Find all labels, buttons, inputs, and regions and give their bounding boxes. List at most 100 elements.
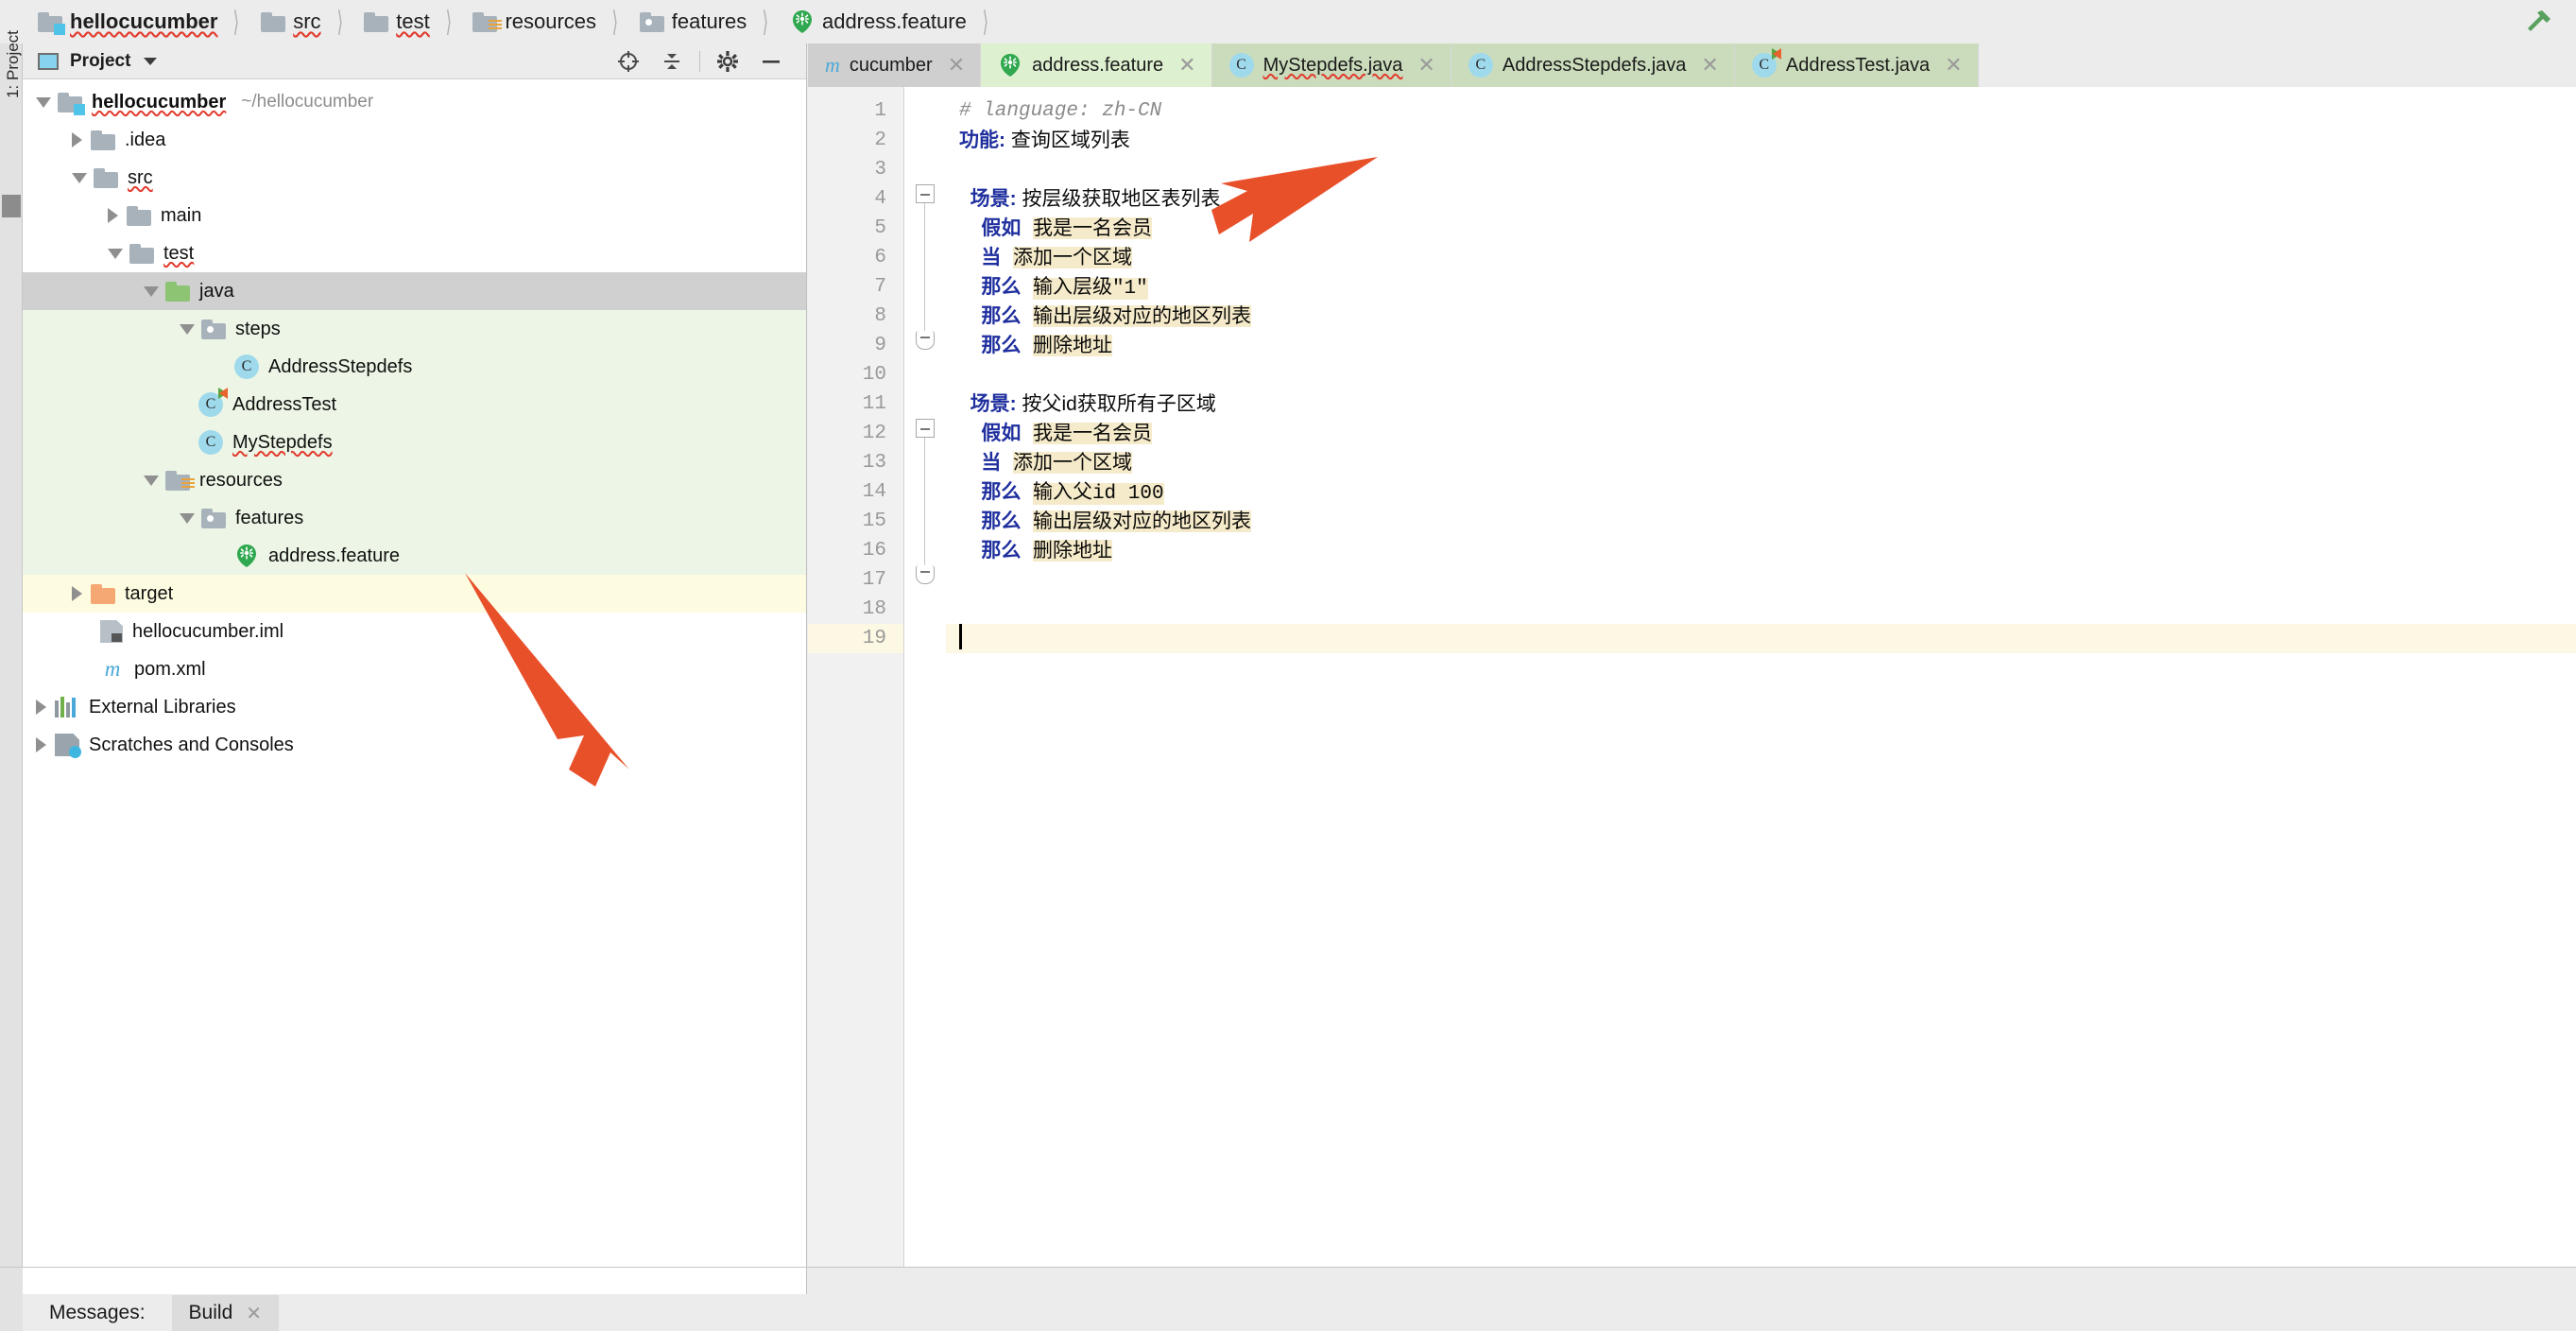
gear-icon[interactable]: [706, 43, 749, 79]
build-hammer-icon[interactable]: [2521, 7, 2553, 39]
close-icon[interactable]: ✕: [246, 1302, 262, 1325]
collapse-all-icon[interactable]: [650, 43, 694, 79]
tree-row-steps[interactable]: steps: [23, 310, 806, 348]
maven-icon: m: [104, 657, 121, 681]
project-tree[interactable]: hellocucumber ~/hellocucumber .idea src …: [23, 79, 806, 764]
tree-row-idea[interactable]: .idea: [23, 121, 806, 159]
build-tab[interactable]: Build ✕: [171, 1295, 280, 1331]
chevron-right-icon[interactable]: [36, 700, 46, 715]
tab-address-feature[interactable]: address.feature ✕: [981, 43, 1212, 87]
tab-label: AddressStepdefs.java: [1502, 54, 1687, 76]
tree-row-scratches-and-consoles[interactable]: Scratches and Consoles: [23, 726, 806, 764]
tree-row-java[interactable]: java: [23, 272, 806, 310]
fold-marker-scenario-1[interactable]: [916, 184, 935, 203]
chevron-down-icon[interactable]: [180, 512, 195, 524]
tree-row-hellocucumber-iml[interactable]: hellocucumber.iml: [23, 613, 806, 650]
keyword-token: 功能:: [959, 130, 1005, 151]
tree-label: hellocucumber.iml: [132, 620, 284, 642]
keyword-token: 场景:: [959, 393, 1017, 415]
chevron-down-icon[interactable]: [144, 57, 158, 65]
locate-icon[interactable]: [607, 43, 650, 79]
chevron-down-icon[interactable]: [108, 248, 123, 259]
code-line-8: 那么 输出层级对应的地区列表: [946, 302, 2576, 331]
text-caret: [959, 624, 962, 649]
step-token: 输出层级对应的地区列表: [1032, 510, 1251, 532]
tab-cucumber[interactable]: m cucumber ✕: [808, 43, 982, 87]
breadcrumb-item-test[interactable]: test ⟩: [364, 0, 472, 43]
toolwindow-button-project[interactable]: 1: Project: [4, 17, 23, 112]
line-number: 7: [874, 276, 886, 298]
project-panel-bottom-filler: [23, 1268, 807, 1294]
tree-row-address-feature[interactable]: address.feature: [23, 537, 806, 575]
step-token: 输入层级"1": [1032, 278, 1148, 300]
breadcrumb-item-hellocucumber[interactable]: hellocucumber ⟩: [38, 0, 261, 43]
tree-row-features[interactable]: features: [23, 499, 806, 537]
close-icon[interactable]: ✕: [948, 53, 965, 78]
tree-row-mystepdefs[interactable]: C MyStepdefs: [23, 424, 806, 461]
code-editor[interactable]: 1 2 3 4 5 6 7 8 9 10 11 12 13 14 15 16 1…: [808, 87, 2576, 1267]
close-icon[interactable]: ✕: [1701, 53, 1718, 78]
chevron-right-icon[interactable]: [108, 208, 118, 223]
tree-row-addressstepdefs[interactable]: C AddressStepdefs: [23, 348, 806, 386]
ide-window: hellocucumber ⟩ src ⟩ test ⟩ resources ⟩…: [0, 0, 2576, 1331]
tree-label: pom.xml: [134, 658, 206, 680]
tree-label: MyStepdefs: [232, 431, 333, 453]
tree-row-pom-xml[interactable]: m pom.xml: [23, 650, 806, 688]
tree-row-addresstest[interactable]: C AddressTest: [23, 386, 806, 424]
tree-row-main[interactable]: main: [23, 197, 806, 234]
package-folder-icon: [201, 508, 226, 528]
hide-panel-icon[interactable]: [749, 43, 793, 79]
breadcrumb-item-resources[interactable]: resources ⟩: [472, 0, 639, 43]
chevron-down-icon[interactable]: [144, 285, 159, 297]
tree-label: .idea: [125, 129, 166, 150]
tree-row-target[interactable]: target: [23, 575, 806, 613]
tree-row-external-libraries[interactable]: External Libraries: [23, 688, 806, 726]
keyword-token: 当: [959, 452, 1002, 474]
folder-icon: [129, 243, 154, 264]
folder-icon: [94, 167, 118, 188]
toolwindow-structure-button[interactable]: [2, 195, 21, 217]
editor-tabbar: m cucumber ✕ address.feature ✕ C MyStepd…: [808, 43, 2576, 87]
tree-row-src[interactable]: src: [23, 159, 806, 197]
code-line-19: [946, 624, 2576, 653]
tab-addressstepdefs-java[interactable]: C AddressStepdefs.java ✕: [1451, 43, 1735, 87]
cucumber-icon: [998, 53, 1022, 78]
bottom-tool-window-bar: Messages: Build ✕: [0, 1267, 2576, 1331]
breadcrumb-item-features[interactable]: features ⟩: [639, 0, 790, 43]
tab-mystepdefs-java[interactable]: C MyStepdefs.java ✕: [1211, 43, 1451, 87]
code-text[interactable]: # language: zh-CN 功能: 查询区域列表 场景: 按层级获取地区…: [946, 87, 2576, 1267]
breadcrumb-separator-icon: ⟩: [982, 6, 988, 38]
tree-row-hellocucumber[interactable]: hellocucumber ~/hellocucumber: [23, 83, 806, 121]
chevron-right-icon[interactable]: [36, 737, 46, 752]
maven-icon: m: [825, 53, 840, 77]
chevron-down-icon[interactable]: [36, 96, 51, 108]
breadcrumb-item-src[interactable]: src ⟩: [261, 0, 364, 43]
chevron-down-icon[interactable]: [72, 172, 87, 183]
breadcrumb-item-address-feature[interactable]: address.feature ⟩: [790, 0, 1010, 43]
chevron-right-icon[interactable]: [72, 586, 82, 601]
chevron-right-icon[interactable]: [72, 132, 82, 147]
tree-row-resources[interactable]: resources: [23, 461, 806, 499]
tab-addresstest-java[interactable]: C AddressTest.java ✕: [1734, 43, 1979, 87]
fold-marker-scenario-2[interactable]: [916, 419, 935, 438]
close-icon[interactable]: ✕: [1417, 53, 1434, 78]
chevron-down-icon[interactable]: [180, 323, 195, 335]
line-number: 5: [874, 217, 886, 239]
editor-area: m cucumber ✕ address.feature ✕ C MyStepd…: [808, 43, 2576, 1267]
chevron-down-icon[interactable]: [144, 475, 159, 486]
fold-marker-end-2[interactable]: [916, 565, 935, 584]
code-line-13: 当 添加一个区域: [946, 448, 2576, 477]
cucumber-icon: [234, 544, 259, 568]
messages-label: Messages:: [49, 1302, 146, 1323]
resources-folder-icon: [472, 11, 503, 32]
code-folding-gutter[interactable]: [904, 87, 946, 1267]
tree-row-test[interactable]: test: [23, 234, 806, 272]
fold-marker-end-1[interactable]: [916, 331, 935, 350]
close-icon[interactable]: ✕: [1945, 53, 1962, 78]
close-icon[interactable]: ✕: [1178, 53, 1195, 78]
